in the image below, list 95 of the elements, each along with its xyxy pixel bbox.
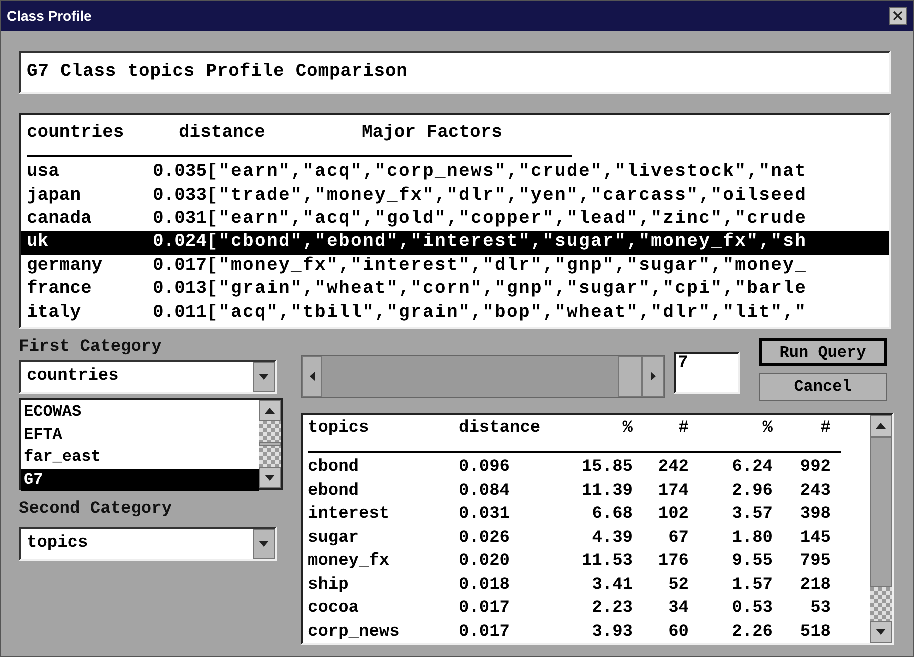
column-header: topics bbox=[308, 418, 370, 440]
table-cell-text: 795 bbox=[799, 551, 831, 573]
table-cell-text: 60 bbox=[668, 622, 689, 643]
scroll-up-button[interactable] bbox=[259, 400, 281, 421]
table-cell-text: 176 bbox=[657, 551, 689, 573]
list-item[interactable]: EFTA bbox=[21, 424, 259, 446]
table-cell-text: 102 bbox=[657, 504, 689, 526]
up-arrow-icon bbox=[876, 423, 886, 429]
table-cell-text: 6.68 bbox=[591, 504, 633, 526]
down-arrow-icon bbox=[259, 541, 269, 547]
list-item[interactable]: G7 bbox=[21, 468, 259, 491]
table-cell-text: 242 bbox=[657, 457, 689, 479]
up-arrow-icon bbox=[265, 408, 275, 414]
table-cell-text: money_fx bbox=[308, 551, 391, 573]
column-header: Major Factors bbox=[362, 122, 502, 144]
close-button[interactable] bbox=[889, 7, 907, 25]
scrollbar[interactable] bbox=[870, 415, 892, 643]
table-cell-text: 3.57 bbox=[731, 504, 773, 526]
field-label: Second Category bbox=[19, 500, 172, 520]
table-cell-text: 0.017 bbox=[459, 598, 512, 620]
scroll-right-button[interactable] bbox=[642, 356, 664, 397]
table-cell-text: 0.026 bbox=[459, 528, 512, 550]
list-item[interactable]: far_east bbox=[21, 446, 259, 468]
table-cell-text: 6.24 bbox=[731, 457, 773, 479]
table-cell-text: 145 bbox=[799, 528, 831, 550]
table-cell-text: 218 bbox=[799, 574, 831, 596]
dropdown-button[interactable] bbox=[253, 529, 275, 559]
table-cell-text: 2.23 bbox=[591, 598, 633, 620]
table-cell-text: 992 bbox=[799, 457, 831, 479]
table-cell-text: 0.031 bbox=[459, 504, 512, 526]
heading-field[interactable]: G7 Class topics Profile Comparison bbox=[19, 51, 891, 94]
table-cell-text: 1.80 bbox=[731, 528, 773, 550]
table-cell-text: 52 bbox=[668, 574, 689, 596]
table-cell-text: 53 bbox=[810, 598, 831, 620]
table-cell-text: 1.57 bbox=[731, 574, 773, 596]
dropdown-button[interactable] bbox=[253, 362, 275, 392]
table-cell-text: 15.85 bbox=[580, 457, 633, 479]
scroll-thumb[interactable] bbox=[259, 442, 281, 446]
count-field[interactable]: 7 bbox=[674, 352, 740, 394]
field-label: First Category bbox=[19, 338, 162, 358]
list-row[interactable]: uk 0.024["cbond","ebond","interest","sugar","money_fx","sh bbox=[21, 231, 889, 255]
scroll-thumb[interactable] bbox=[870, 437, 892, 587]
table-cell-text: 0.017 bbox=[459, 622, 512, 643]
table-cell-text: 9.55 bbox=[731, 551, 773, 573]
table-cell-text: 4.39 bbox=[591, 528, 633, 550]
table-cell-text: 0.018 bbox=[459, 574, 512, 596]
scroll-left-button[interactable] bbox=[302, 356, 322, 397]
table-cell-text: 0.53 bbox=[731, 598, 773, 620]
table-cell-text: cocoa bbox=[308, 598, 360, 620]
horizontal-scrollbar[interactable] bbox=[301, 355, 665, 398]
table-cell-text: 3.93 bbox=[591, 622, 633, 643]
column-header: # bbox=[678, 418, 689, 440]
column-header: # bbox=[820, 418, 831, 440]
close-icon bbox=[893, 11, 903, 21]
table-cell-text: cbond bbox=[308, 457, 360, 479]
column-header: countries bbox=[27, 122, 126, 144]
down-arrow-icon bbox=[259, 374, 269, 380]
column-header: % bbox=[762, 418, 773, 440]
scroll-thumb[interactable] bbox=[618, 356, 642, 397]
table-cell-text: 2.26 bbox=[731, 622, 773, 643]
table-cell-text: 0.020 bbox=[459, 551, 512, 573]
down-arrow-icon bbox=[265, 474, 275, 480]
category-dropdown[interactable]: topics bbox=[19, 527, 277, 561]
column-header: distance bbox=[459, 418, 542, 440]
down-arrow-icon bbox=[876, 629, 886, 635]
table-cell-text: ship bbox=[308, 574, 350, 596]
table-cell-text: corp_news bbox=[308, 622, 401, 643]
table-cell-text: 67 bbox=[668, 528, 689, 550]
window-title: Class Profile bbox=[7, 6, 92, 26]
scrollbar[interactable] bbox=[259, 400, 281, 488]
table-cell-text: 2.96 bbox=[731, 480, 773, 502]
table-cell-text: 3.41 bbox=[591, 574, 633, 596]
scroll-down-button[interactable] bbox=[870, 621, 892, 643]
category-dropdown[interactable]: countries bbox=[19, 360, 277, 394]
table-cell-text: 518 bbox=[799, 622, 831, 643]
scroll-down-button[interactable] bbox=[259, 467, 281, 488]
left-arrow-icon bbox=[310, 372, 314, 381]
list-item[interactable]: ECOWAS bbox=[21, 401, 259, 424]
column-header: distance bbox=[179, 122, 266, 144]
table-cell-text: 0.096 bbox=[459, 457, 512, 479]
table-cell-text: sugar bbox=[308, 528, 360, 550]
column-header: % bbox=[622, 418, 633, 440]
right-arrow-icon bbox=[650, 372, 656, 381]
table-cell-text: 11.39 bbox=[580, 480, 633, 502]
dialog-button[interactable]: Run Query bbox=[759, 338, 887, 366]
table-cell-text: interest bbox=[308, 504, 391, 526]
table-cell-text: 0.084 bbox=[459, 480, 512, 502]
scroll-up-button[interactable] bbox=[870, 415, 892, 437]
dialog-button[interactable]: Cancel bbox=[759, 373, 887, 401]
table-cell-text: 243 bbox=[799, 480, 831, 502]
table-cell-text: 34 bbox=[668, 598, 689, 620]
table-cell-text: 398 bbox=[799, 504, 831, 526]
table-cell-text: 11.53 bbox=[580, 551, 633, 573]
table-cell-text: ebond bbox=[308, 480, 360, 502]
table-cell-text: 174 bbox=[657, 480, 689, 502]
